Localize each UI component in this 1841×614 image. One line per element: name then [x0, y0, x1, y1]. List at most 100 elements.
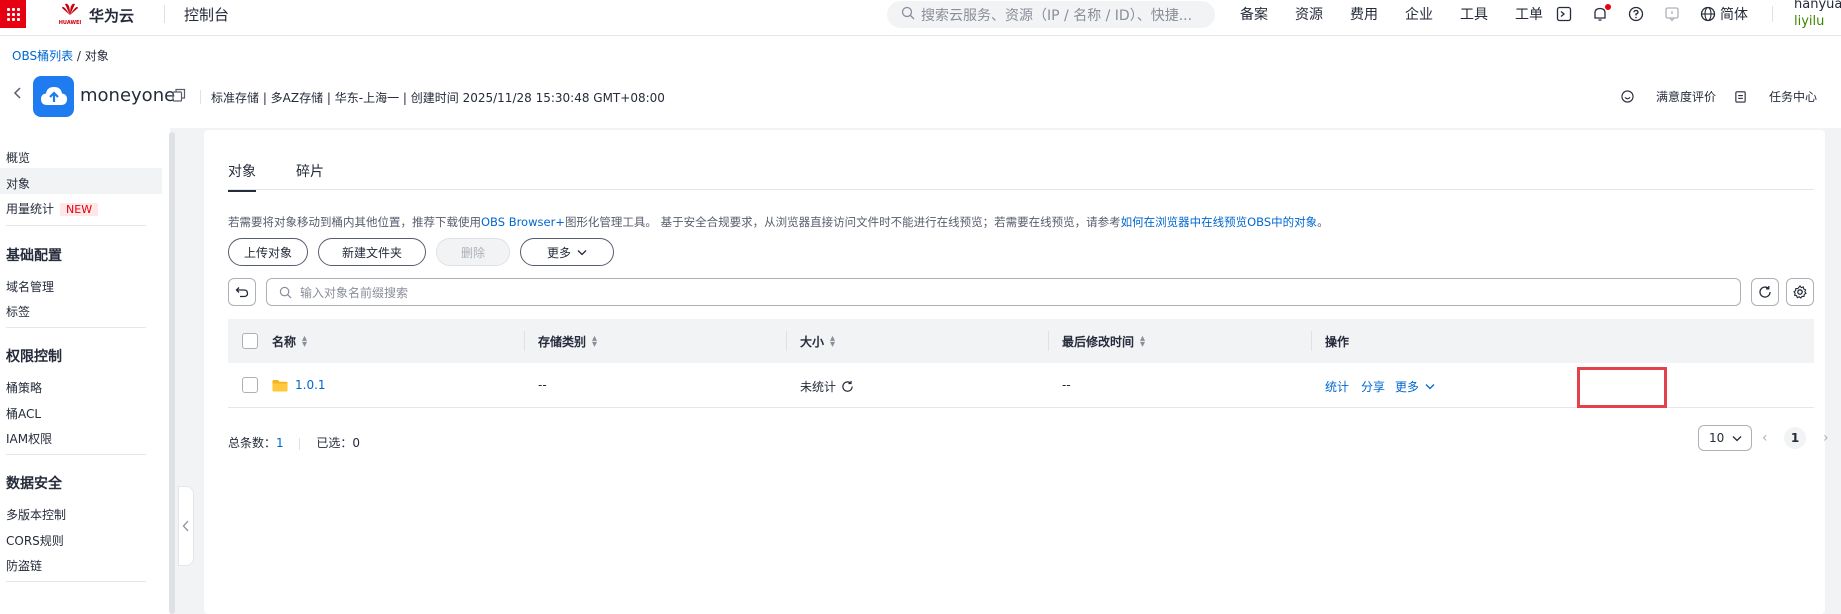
refresh-icon — [1759, 286, 1771, 298]
tabs: 对象 碎片 — [228, 161, 364, 192]
column-last-modified-label: 最后修改时间 — [1062, 335, 1135, 349]
share-link[interactable]: 分享 — [1361, 378, 1385, 395]
current-page[interactable]: 1 — [1784, 427, 1806, 449]
sidebar-item-domain[interactable]: 域名管理 — [6, 278, 54, 295]
delete-button[interactable]: 删除 — [436, 238, 510, 266]
sidebar-group-basic: 基础配置 — [6, 248, 62, 264]
preview-help-link[interactable]: 如何在浏览器中在线预览OBS中的对象 — [1121, 215, 1318, 229]
sidebar-item-overview[interactable]: 概览 — [6, 149, 30, 166]
info-text-3: 。 — [1317, 215, 1329, 229]
row-checkbox[interactable] — [242, 377, 258, 393]
back-chevron-icon[interactable] — [13, 86, 23, 104]
bucket-meta: 标准存储 | 多AZ存储 | 华东-上海一 | 创建时间 2025/11/28 … — [211, 91, 665, 105]
terminal-icon[interactable] — [1553, 3, 1575, 25]
service-grid-icon[interactable] — [0, 0, 26, 28]
bucket-cloud-icon — [33, 76, 74, 117]
nav-link-resources[interactable]: 资源 — [1295, 4, 1323, 24]
refresh-button[interactable] — [1751, 278, 1779, 306]
bell-icon[interactable] — [1589, 3, 1611, 25]
undo-icon — [235, 287, 249, 298]
sort-icon: ▴ ▾ — [1140, 332, 1146, 350]
copy-icon[interactable] — [172, 88, 186, 106]
huawei-cloud-logo[interactable]: HUAWEI 华为云 — [57, 0, 134, 30]
stats-link[interactable]: 统计 — [1325, 378, 1349, 395]
feedback-icon[interactable] — [1661, 3, 1683, 25]
new-folder-button[interactable]: 新建文件夹 — [318, 238, 426, 266]
prev-page-icon[interactable]: ‹ — [1762, 430, 1768, 446]
object-search-input[interactable]: 输入对象名前缀搜索 — [266, 278, 1741, 306]
logo-text: 华为云 — [89, 6, 135, 25]
nav-link-tools[interactable]: 工具 — [1460, 4, 1488, 24]
column-size[interactable]: 大小 ▴ ▾ — [800, 333, 835, 350]
task-center-button[interactable]: 任务中心 — [1734, 88, 1817, 105]
sidebar-item-usage[interactable]: 用量统计 NEW — [6, 200, 99, 217]
back-button[interactable] — [228, 278, 256, 306]
folder-icon — [272, 379, 288, 391]
clipboard-icon — [1735, 91, 1746, 103]
action-buttons: 上传对象 新建文件夹 删除 更多 — [228, 238, 624, 266]
nav-link-billing[interactable]: 费用 — [1350, 4, 1378, 24]
column-operations: 操作 — [1325, 333, 1349, 350]
sidebar-item-cors[interactable]: CORS规则 — [6, 532, 64, 549]
select-all-checkbox[interactable] — [242, 333, 258, 349]
more-button-label: 更多 — [546, 245, 571, 260]
column-storage-class-label: 存储类别 — [538, 335, 587, 349]
globe-icon — [1700, 6, 1716, 22]
size-value: 未统计 — [800, 380, 837, 394]
sidebar-item-acl[interactable]: 桶ACL — [6, 405, 41, 422]
column-last-modified[interactable]: 最后修改时间 ▴ ▾ — [1062, 333, 1145, 350]
nav-link-enterprise[interactable]: 企业 — [1405, 4, 1433, 24]
object-name-link[interactable]: 1.0.1 — [295, 378, 326, 392]
sidebar-item-tags[interactable]: 标签 — [6, 303, 30, 320]
column-storage-class[interactable]: 存储类别 ▴ ▾ — [538, 333, 597, 350]
console-link[interactable]: 控制台 — [184, 4, 229, 25]
breadcrumb-bucket-list[interactable]: OBS桶列表 — [12, 49, 73, 63]
highlight-box — [1577, 367, 1667, 408]
sidebar-collapse-button[interactable] — [178, 486, 194, 566]
next-page-icon[interactable]: › — [1823, 430, 1829, 446]
sidebar-item-objects[interactable]: 对象 — [6, 175, 30, 192]
user-sub-account: liyilu — [1794, 14, 1825, 29]
sidebar-item-policy[interactable]: 桶策略 — [6, 379, 42, 396]
sidebar-item-hotlink[interactable]: 防盗链 — [6, 557, 42, 574]
page-size-select[interactable]: 10 — [1698, 425, 1752, 451]
tab-objects[interactable]: 对象 — [228, 161, 256, 192]
top-nav: HUAWEI 华为云 控制台 搜索云服务、资源（IP / 名称 / ID）、快捷… — [0, 0, 1841, 36]
global-search-input[interactable]: 搜索云服务、资源（IP / 名称 / ID）、快捷... — [887, 1, 1215, 28]
nav-link-tickets[interactable]: 工单 — [1515, 4, 1543, 24]
sidebar-item-iam[interactable]: IAM权限 — [6, 430, 52, 447]
breadcrumb-sep: / — [76, 49, 81, 63]
object-search-placeholder: 输入对象名前缀搜索 — [300, 285, 409, 300]
sidebar-separator — [6, 225, 146, 226]
row-more-dropdown[interactable]: 更多 — [1395, 378, 1435, 395]
more-button[interactable]: 更多 — [520, 238, 614, 266]
language-switch[interactable]: 简体 — [1700, 4, 1748, 24]
sort-icon: ▴ ▾ — [592, 332, 598, 350]
info-text-2: 图形化管理工具。 基于安全合规要求，从浏览器直接访问文件时不能进行在线预览；若需… — [564, 215, 1121, 229]
divider — [200, 90, 201, 104]
sidebar-scrollbar[interactable] — [169, 132, 175, 614]
total-label: 总条数： — [228, 436, 277, 450]
chevron-left-icon — [182, 520, 189, 532]
help-icon[interactable] — [1625, 3, 1647, 25]
user-name: hanyua — [1794, 0, 1841, 12]
feedback-button[interactable]: 满意度评价 — [1621, 88, 1716, 105]
tab-fragments[interactable]: 碎片 — [296, 161, 324, 192]
page-size-value: 10 — [1709, 431, 1725, 445]
refresh-icon[interactable] — [841, 380, 854, 393]
obs-browser-link[interactable]: OBS Browser+ — [481, 215, 565, 229]
column-name[interactable]: 名称 ▴ ▾ — [272, 333, 307, 350]
nav-link-beian[interactable]: 备案 — [1240, 4, 1268, 24]
user-menu[interactable]: hanyua liyilu — [1794, 0, 1841, 30]
settings-button[interactable] — [1786, 278, 1814, 306]
column-size-label: 大小 — [800, 335, 825, 349]
info-text-1: 若需要将对象移动到桶内其他位置，推荐下载使用 — [228, 215, 481, 229]
column-separator — [1048, 331, 1049, 351]
sidebar-item-versioning[interactable]: 多版本控制 — [6, 506, 66, 523]
info-banner: 若需要将对象移动到桶内其他位置，推荐下载使用OBS Browser+图形化管理工… — [228, 214, 1329, 230]
task-center-label: 任务中心 — [1768, 90, 1817, 104]
operations-cell: 统计 分享 更多 — [1325, 378, 1435, 395]
upload-object-button[interactable]: 上传对象 — [228, 238, 308, 266]
huawei-logo-icon: HUAWEI — [57, 0, 83, 30]
total-count: 1 — [276, 436, 284, 450]
